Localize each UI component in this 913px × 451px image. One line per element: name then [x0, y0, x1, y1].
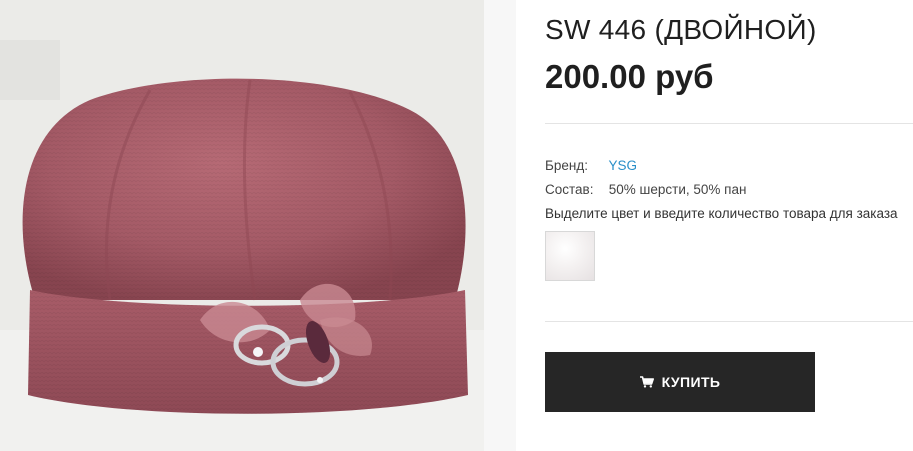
beret-image [0, 0, 484, 451]
color-swatch[interactable] [545, 231, 595, 281]
product-title: SW 446 (ДВОЙНОЙ) [545, 14, 817, 45]
divider [545, 321, 913, 322]
brand-row: Бренд: YSG [545, 158, 637, 173]
product-info: SW 446 (ДВОЙНОЙ) 200.00 руб Бренд: YSG С… [545, 0, 913, 451]
composition-row: Состав: 50% шерсти, 50% пан [545, 182, 746, 197]
photo-gap [484, 0, 516, 451]
composition-label: Состав: [545, 182, 594, 197]
buy-button-label: КУПИТЬ [661, 374, 721, 390]
brand-link[interactable]: YSG [609, 158, 638, 173]
shopping-cart-icon [639, 376, 654, 388]
product-photo[interactable] [0, 0, 484, 451]
product-page: SW 446 (ДВОЙНОЙ) 200.00 руб Бренд: YSG С… [0, 0, 913, 451]
brand-label: Бренд: [545, 158, 588, 173]
variant-hint: Выделите цвет и введите количество товар… [545, 206, 898, 221]
composition-value: 50% шерсти, 50% пан [608, 182, 747, 197]
divider [545, 123, 913, 124]
product-price: 200.00 руб [545, 58, 714, 95]
buy-button[interactable]: КУПИТЬ [545, 352, 815, 412]
